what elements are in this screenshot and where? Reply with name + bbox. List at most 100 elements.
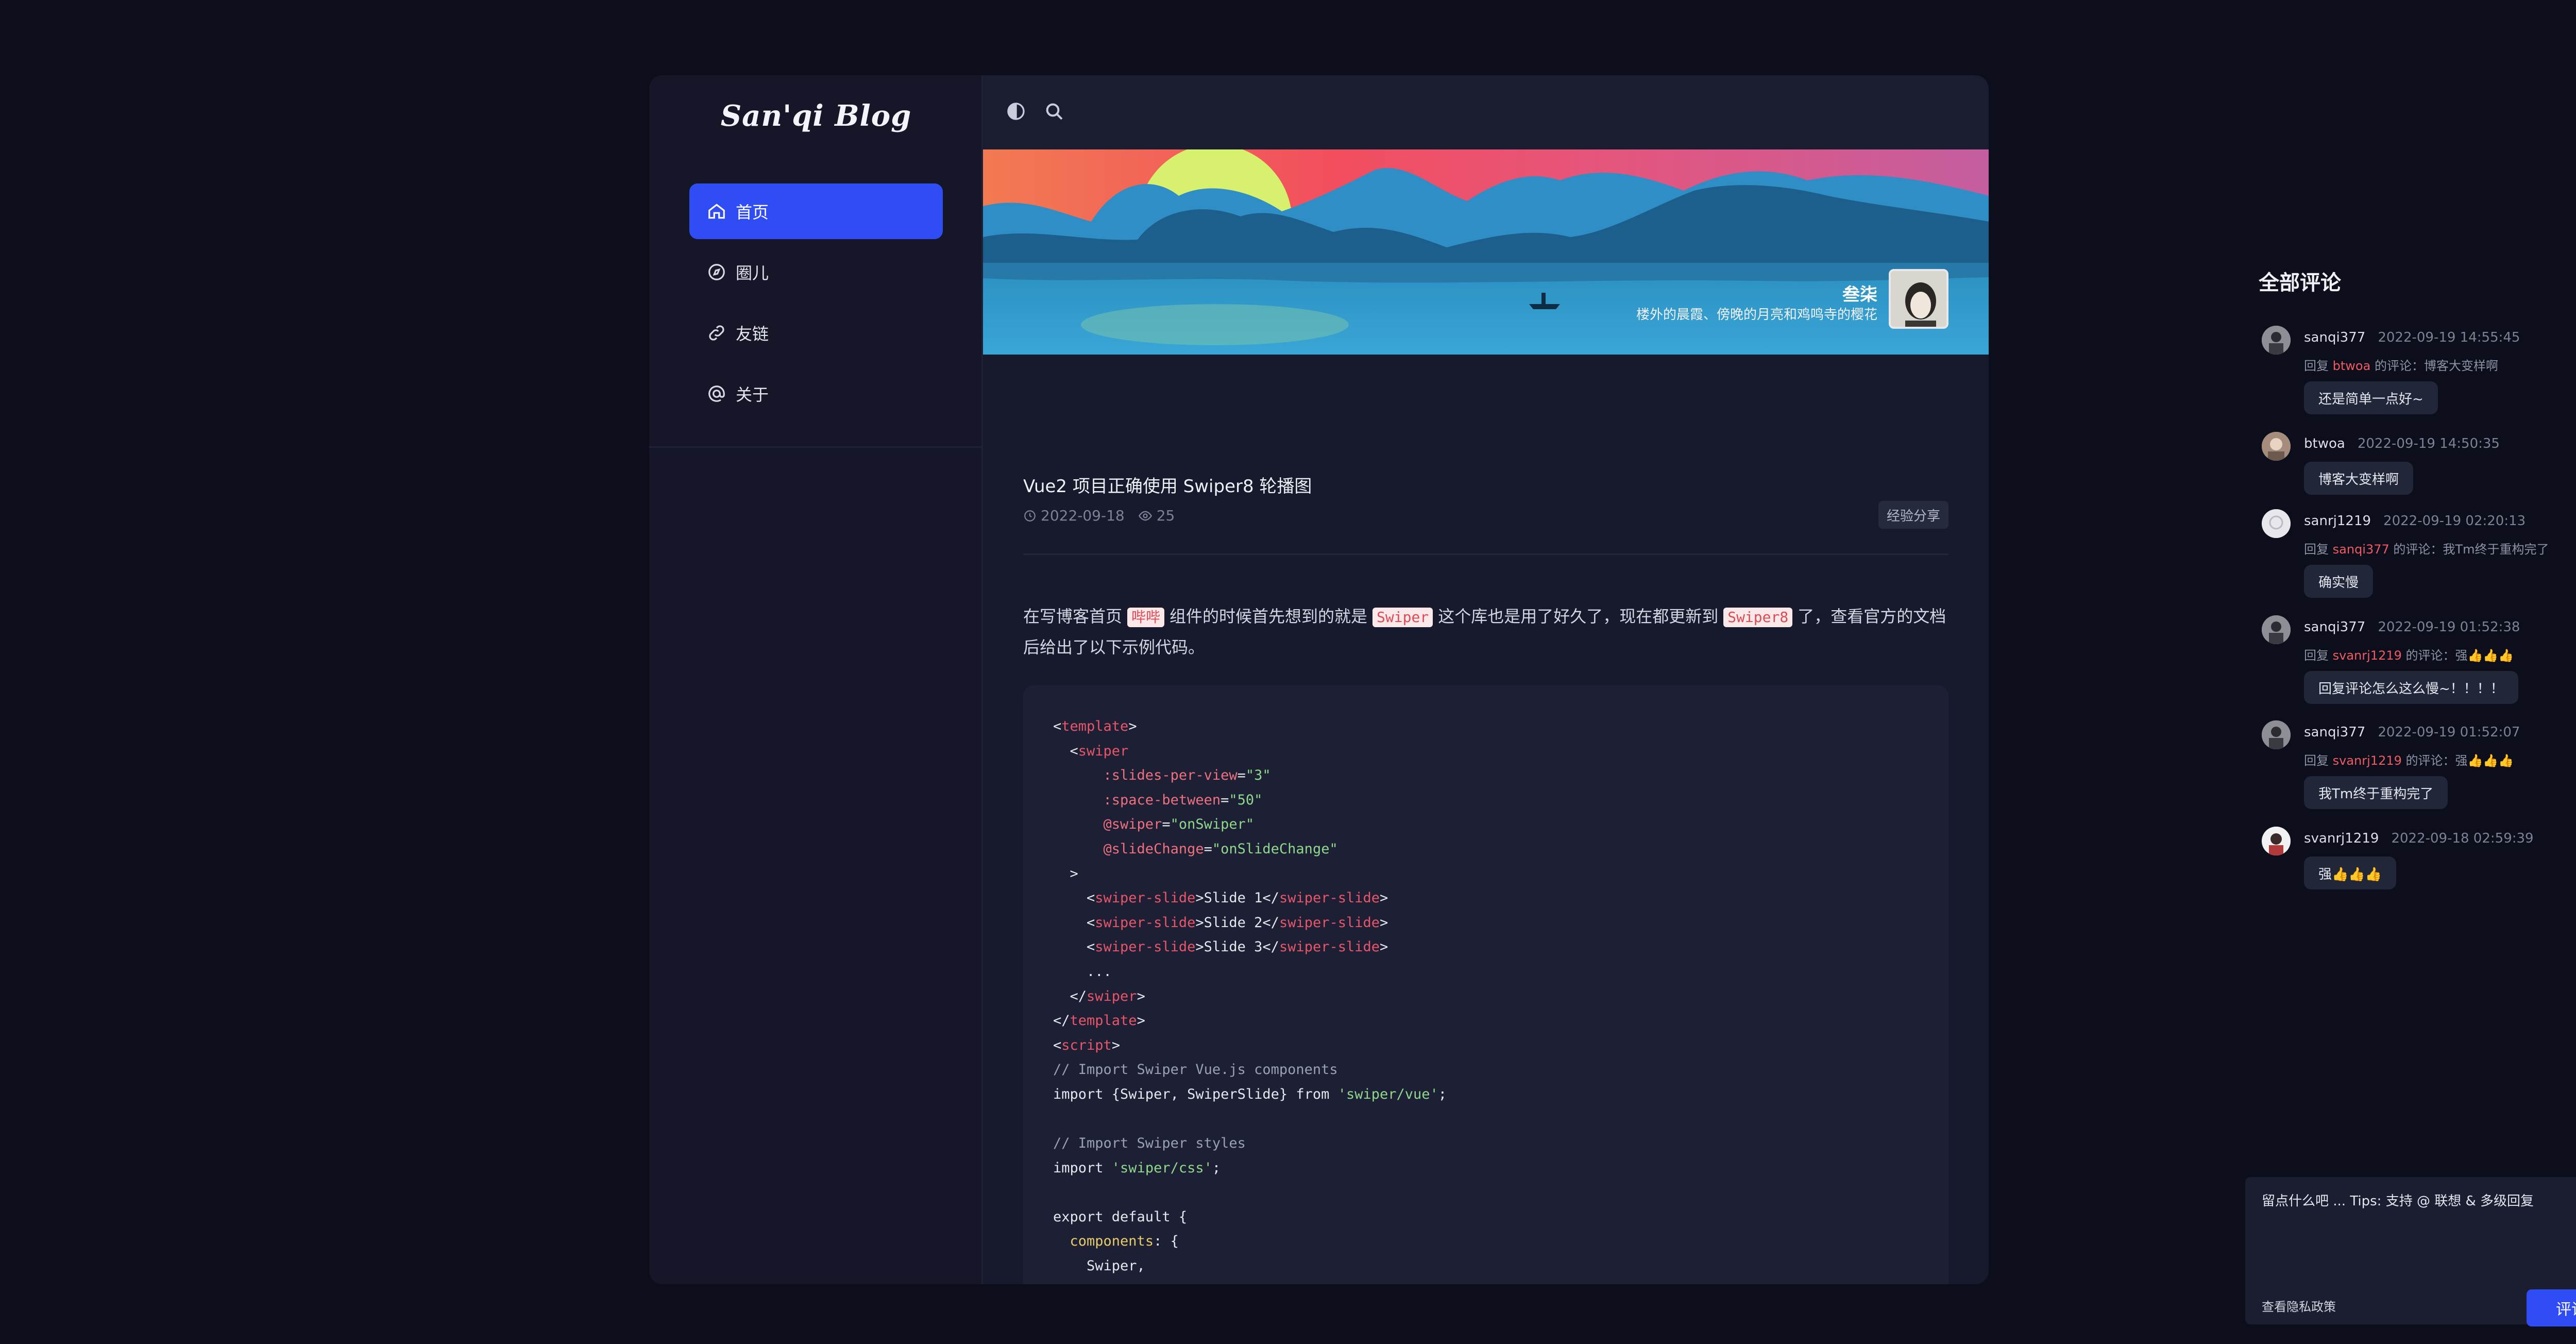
author-avatar[interactable] (1889, 269, 1948, 329)
code-line: components: { (1070, 1233, 1179, 1250)
comment-author[interactable]: svanrj1219 (2304, 831, 2379, 846)
sidebar-item-about[interactable]: 关于 (689, 366, 943, 422)
at-icon (708, 385, 725, 402)
inline-code: Swiper8 (1723, 608, 1793, 627)
article-date-text: 2022-09-18 (1041, 507, 1125, 524)
article-views-count: 25 (1156, 507, 1175, 524)
comment-time: 2022-09-19 02:20:13 (2383, 513, 2526, 529)
code-line: SwiperSlide, (1053, 1279, 1919, 1284)
comment-text[interactable]: 博客大变样啊 (2304, 462, 2414, 495)
article-divider (1023, 553, 1948, 555)
avatar[interactable] (2262, 827, 2291, 855)
sidebar-divider (649, 446, 983, 448)
main-content: 叁柒 楼外的晨霞、傍晚的月亮和鸡鸣寺的樱花 Vue2 项目正确使用 Swiper… (983, 75, 1989, 1284)
banner-motto: 楼外的晨霞、傍晚的月亮和鸡鸣寺的樱花 (1636, 307, 1877, 323)
comment-time: 2022-09-19 01:52:38 (2378, 619, 2520, 635)
home-icon (708, 204, 725, 219)
avatar[interactable] (2262, 720, 2291, 749)
blog-window: San'qi Blog 首页 圈儿 友链 关于 叁柒 楼外的晨霞、傍晚的月亮和鸡… (649, 75, 1989, 1284)
inline-code: 哔哔 (1127, 608, 1165, 627)
comment-text[interactable]: 回复评论怎么这么慢~！！！！ (2304, 671, 2518, 704)
code-block[interactable]: <template> <swiper :slides-per-view="3" … (1023, 685, 1948, 1284)
sidebar-item-circle[interactable]: 圈儿 (689, 244, 943, 300)
paragraph-text: 在写博客首页 (1023, 607, 1123, 626)
comment-reply-ref: 回复 svanrj1219 的评论：强👍👍👍 (2304, 648, 2514, 663)
article-date: 2022-09-18 (1023, 507, 1125, 524)
comment-text[interactable]: 强👍👍👍 (2304, 856, 2397, 889)
code-line: :space-between="50" (1053, 792, 1263, 808)
avatar[interactable] (2262, 509, 2291, 538)
article-paragraph: 在写博客首页 哔哔 组件的时候首先想到的就是 Swiper 这个库也是用了好久了，现在都… (1023, 601, 1948, 663)
comment-time: 2022-09-19 01:52:07 (2378, 725, 2520, 740)
inline-code: Swiper (1372, 608, 1433, 627)
code-line: <swiper (1053, 743, 1129, 759)
code-line: </swiper> (1053, 988, 1145, 1004)
code-line: import 'swiper/css'; (1053, 1160, 1221, 1176)
comments-title: 全部评论 (2259, 271, 2341, 295)
comment-author[interactable]: btwoa (2304, 436, 2345, 451)
search-icon[interactable] (1044, 101, 1064, 122)
sidebar-item-label: 友链 (736, 324, 769, 344)
code-line: <swiper-slide>Slide 3</swiper-slide> (1053, 939, 1388, 955)
code-line: // Import Swiper Vue.js components (1053, 1062, 1338, 1078)
avatar[interactable] (2262, 326, 2291, 355)
banner: 叁柒 楼外的晨霞、傍晚的月亮和鸡鸣寺的樱花 (983, 149, 1989, 355)
comment-author[interactable]: sanqi377 (2304, 330, 2365, 345)
sidebar-item-label: 圈儿 (736, 263, 769, 283)
comment-input-placeholder: 留点什么吧 ... Tips: 支持 @ 联想 & 多级回复 (2262, 1194, 2534, 1209)
comment-author[interactable]: sanrj1219 (2304, 513, 2371, 529)
link-icon (709, 325, 724, 341)
comment-reply-ref: 回复 sanqi377 的评论：我Tm终于重构完了 (2304, 542, 2549, 557)
sidebar: San'qi Blog 首页 圈儿 友链 关于 (649, 75, 983, 1284)
top-bar (983, 75, 1989, 149)
code-line: @slideChange="onSlideChange" (1053, 841, 1338, 857)
comment-text[interactable]: 确实慢 (2304, 565, 2374, 598)
theme-icon[interactable] (1006, 101, 1026, 122)
comment-time: 2022-09-19 14:50:35 (2357, 436, 2500, 451)
avatar[interactable] (2262, 615, 2291, 644)
code-line: :slides-per-view="3" (1053, 767, 1271, 784)
code-line: <swiper-slide>Slide 1</swiper-slide> (1053, 890, 1388, 906)
compass-icon (708, 264, 725, 280)
code-line: <template> (1053, 718, 1137, 734)
paragraph-text: 这个库也是用了好久了，现在都更新到 (1438, 607, 1719, 626)
comment-reply-ref: 回复 svanrj1219 的评论：强👍👍👍 (2304, 753, 2514, 768)
sidebar-item-links[interactable]: 友链 (689, 305, 943, 361)
sidebar-item-label: 首页 (736, 203, 769, 222)
comment-time: 2022-09-19 14:55:45 (2378, 330, 2520, 345)
code-line: </template> (1053, 1013, 1145, 1029)
avatar[interactable] (2262, 432, 2291, 461)
comment-author[interactable]: sanqi377 (2304, 619, 2365, 635)
banner-author-name: 叁柒 (1842, 284, 1877, 305)
sidebar-item-home[interactable]: 首页 (689, 183, 943, 239)
submit-comment-button[interactable]: 评论 (2527, 1289, 2576, 1326)
code-line: ... (1053, 963, 1112, 980)
code-line: > (1053, 865, 1078, 882)
banner-landscape-image (983, 149, 1989, 355)
sidebar-nav: 首页 圈儿 友链 关于 (689, 183, 943, 427)
privacy-policy-link[interactable]: 查看隐私政策 (2262, 1297, 2336, 1315)
code-line: <script> (1053, 1037, 1121, 1053)
article-tag[interactable]: 经验分享 (1878, 501, 1948, 529)
code-line: // Import Swiper styles (1053, 1135, 1246, 1152)
clock-icon (1024, 510, 1036, 522)
comment-reply-ref: 回复 btwoa 的评论：博客大变样啊 (2304, 359, 2498, 373)
comment-time: 2022-09-18 02:59:39 (2391, 831, 2534, 846)
article-meta: 2022-09-18 25 (1023, 507, 1188, 524)
comment-text[interactable]: 还是简单一点好~ (2304, 381, 2438, 414)
site-logo[interactable]: San'qi Blog (649, 99, 983, 133)
sidebar-item-label: 关于 (736, 385, 769, 405)
code-line: <swiper-slide>Slide 2</swiper-slide> (1053, 914, 1388, 931)
article-title[interactable]: Vue2 项目正确使用 Swiper8 轮播图 (1023, 472, 1312, 497)
article-views: 25 (1138, 507, 1175, 524)
code-line: export default { (1053, 1208, 1188, 1225)
comment-author[interactable]: sanqi377 (2304, 725, 2365, 740)
paragraph-text: 组件的时候首先想到的就是 (1170, 607, 1368, 626)
comments-panel: 全部评论 sanqi377 2022-09-19 14:55:45 回复 btwo… (2241, 0, 2576, 1344)
code-line: Swiper, (1053, 1258, 1145, 1274)
comment-text[interactable]: 我Tm终于重构完了 (2304, 776, 2448, 809)
code-line: @swiper="onSwiper" (1053, 816, 1255, 833)
eye-icon (1138, 511, 1152, 520)
